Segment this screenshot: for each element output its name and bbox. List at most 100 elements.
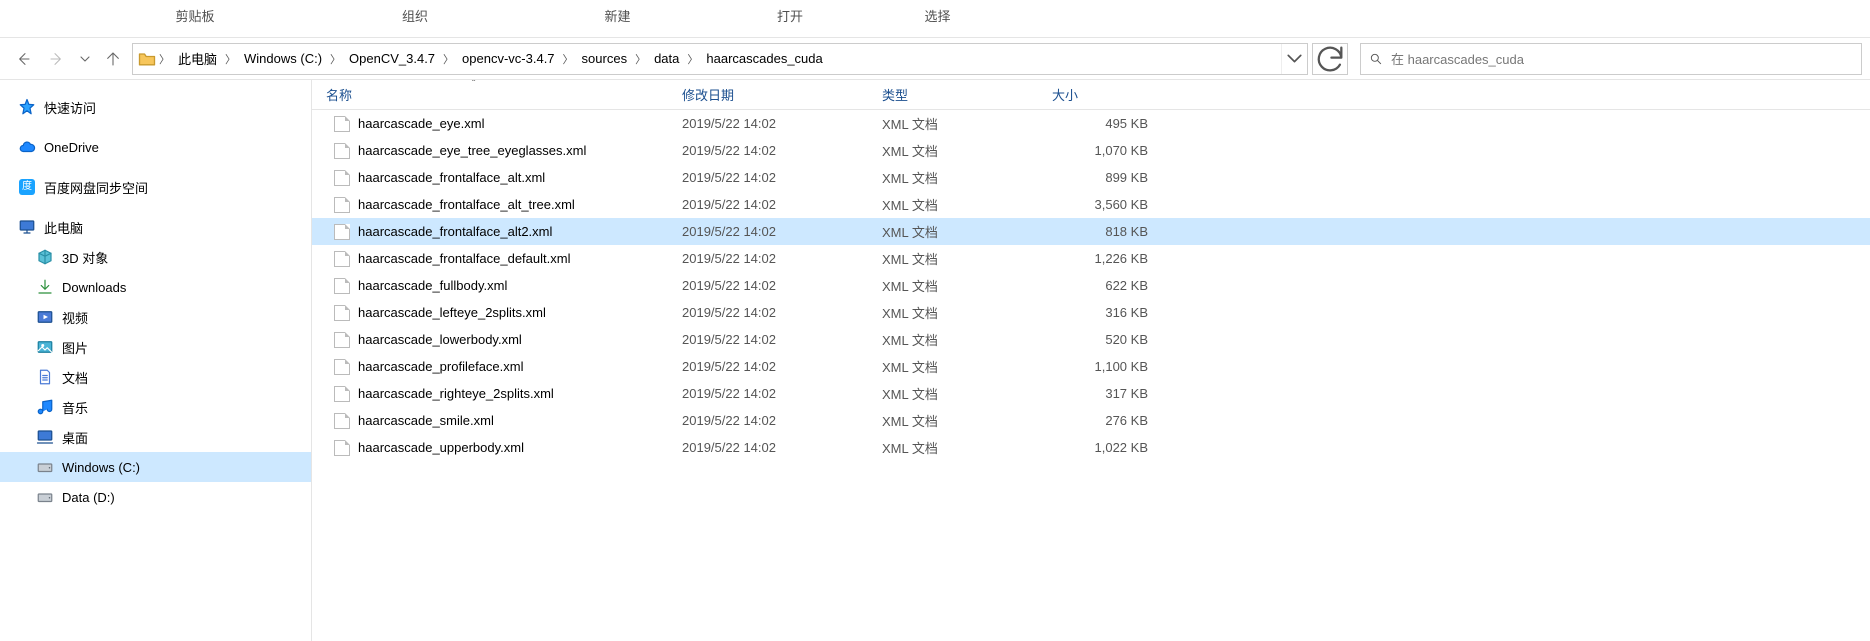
chevron-right-icon[interactable]: 〉 [328, 51, 343, 67]
recent-locations-button[interactable] [76, 44, 94, 74]
file-row[interactable]: haarcascade_lowerbody.xml2019/5/22 14:02… [312, 326, 1870, 353]
ribbon-group-organize: 组织 [300, 6, 530, 25]
column-header-modified[interactable]: 修改日期 [682, 85, 882, 104]
tree-child-item[interactable]: 视频 [0, 302, 311, 332]
file-modified: 2019/5/22 14:02 [682, 332, 882, 347]
file-size: 1,022 KB [1052, 440, 1162, 455]
tree-child-item[interactable]: 3D 对象 [0, 242, 311, 272]
tree-label: 视频 [62, 308, 88, 327]
3d-icon [36, 248, 54, 266]
arrow-up-icon [105, 51, 121, 67]
tree-baidu-sync[interactable]: 度 百度网盘同步空间 [0, 172, 311, 202]
file-icon [334, 170, 350, 186]
tree-child-item[interactable]: Data (D:) [0, 482, 311, 512]
file-row[interactable]: haarcascade_frontalface_alt.xml2019/5/22… [312, 164, 1870, 191]
video-icon [36, 308, 54, 326]
tree-child-item[interactable]: 文档 [0, 362, 311, 392]
file-type: XML 文档 [882, 276, 1052, 295]
tree-label: 桌面 [62, 428, 88, 447]
chevron-right-icon[interactable]: 〉 [441, 51, 456, 67]
file-size: 1,070 KB [1052, 143, 1162, 158]
file-modified: 2019/5/22 14:02 [682, 440, 882, 455]
file-modified: 2019/5/22 14:02 [682, 413, 882, 428]
file-name: haarcascade_frontalface_alt2.xml [358, 224, 552, 239]
column-headers: 名称 ˆ 修改日期 类型 大小 [312, 80, 1870, 110]
forward-button[interactable] [42, 44, 72, 74]
file-name: haarcascade_frontalface_alt_tree.xml [358, 197, 575, 212]
address-dropdown-button[interactable] [1281, 44, 1307, 74]
file-row[interactable]: haarcascade_eye_tree_eyeglasses.xml2019/… [312, 137, 1870, 164]
file-type: XML 文档 [882, 438, 1052, 457]
tree-this-pc[interactable]: 此电脑 [0, 212, 311, 242]
breadcrumb-1[interactable]: OpenCV_3.4.7 [343, 44, 441, 74]
tree-child-item[interactable]: Windows (C:) [0, 452, 311, 482]
column-header-name[interactable]: 名称 ˆ [312, 85, 682, 104]
address-bar[interactable]: 〉 此电脑 〉 Windows (C:) 〉 OpenCV_3.4.7 〉 op… [132, 43, 1308, 75]
breadcrumb-drive[interactable]: Windows (C:) [238, 44, 328, 74]
breadcrumb-5[interactable]: haarcascades_cuda [700, 44, 828, 74]
file-row[interactable]: haarcascade_righteye_2splits.xml2019/5/2… [312, 380, 1870, 407]
file-icon [334, 224, 350, 240]
tree-child-item[interactable]: 音乐 [0, 392, 311, 422]
tree-label: 快速访问 [44, 98, 96, 117]
file-modified: 2019/5/22 14:02 [682, 305, 882, 320]
file-name: haarcascade_righteye_2splits.xml [358, 386, 554, 401]
file-row[interactable]: haarcascade_frontalface_alt2.xml 2019/5/2… [312, 218, 1870, 245]
file-name: haarcascade_fullbody.xml [358, 278, 507, 293]
tree-onedrive[interactable]: OneDrive [0, 132, 311, 162]
file-row[interactable]: haarcascade_fullbody.xml2019/5/22 14:02X… [312, 272, 1870, 299]
chevron-down-icon [77, 51, 93, 67]
search-icon [1369, 52, 1383, 66]
file-row[interactable]: haarcascade_smile.xml2019/5/22 14:02XML … [312, 407, 1870, 434]
file-icon [334, 305, 350, 321]
chevron-right-icon[interactable]: 〉 [561, 51, 576, 67]
folder-icon [137, 49, 157, 69]
file-icon [334, 440, 350, 456]
file-row[interactable]: haarcascade_lefteye_2splits.xml2019/5/22… [312, 299, 1870, 326]
file-row[interactable]: haarcascade_frontalface_default.xml2019/… [312, 245, 1870, 272]
tree-child-item[interactable]: Downloads [0, 272, 311, 302]
breadcrumb-4[interactable]: data [648, 44, 685, 74]
file-row[interactable]: haarcascade_upperbody.xml2019/5/22 14:02… [312, 434, 1870, 461]
up-button[interactable] [98, 44, 128, 74]
drive-icon [36, 458, 54, 476]
tree-child-item[interactable]: 图片 [0, 332, 311, 362]
file-icon [334, 332, 350, 348]
refresh-button[interactable] [1312, 43, 1348, 75]
music-icon [36, 398, 54, 416]
chevron-right-icon[interactable]: 〉 [633, 51, 648, 67]
file-row[interactable]: haarcascade_eye.xml2019/5/22 14:02XML 文档… [312, 110, 1870, 137]
search-input[interactable]: 在 haarcascades_cuda [1360, 43, 1862, 75]
tree-label: 此电脑 [44, 218, 83, 237]
file-type: XML 文档 [882, 330, 1052, 349]
breadcrumb-2[interactable]: opencv-vc-3.4.7 [456, 44, 561, 74]
back-button[interactable] [8, 44, 38, 74]
chevron-right-icon[interactable]: 〉 [223, 51, 238, 67]
chevron-right-icon[interactable]: 〉 [685, 51, 700, 67]
column-header-size[interactable]: 大小 [1052, 85, 1162, 104]
chevron-right-icon[interactable]: 〉 [157, 51, 172, 67]
star-icon [18, 98, 36, 116]
tree-child-item[interactable]: 桌面 [0, 422, 311, 452]
arrow-left-icon [15, 51, 31, 67]
file-modified: 2019/5/22 14:02 [682, 224, 882, 239]
file-type: XML 文档 [882, 195, 1052, 214]
file-type: XML 文档 [882, 384, 1052, 403]
ribbon-group-clipboard: 剪贴板 [90, 6, 300, 25]
file-size: 899 KB [1052, 170, 1162, 185]
breadcrumb-this-pc[interactable]: 此电脑 [172, 44, 223, 74]
column-header-type[interactable]: 类型 [882, 85, 1052, 104]
ribbon-group-open: 打开 [705, 6, 875, 25]
file-row[interactable]: haarcascade_frontalface_alt_tree.xml 2019… [312, 191, 1870, 218]
file-modified: 2019/5/22 14:02 [682, 197, 882, 212]
file-name: haarcascade_eye.xml [358, 116, 484, 131]
ribbon-group-labels: 剪贴板 组织 新建 打开 选择 [0, 0, 1870, 38]
file-row[interactable]: haarcascade_profileface.xml2019/5/22 14:… [312, 353, 1870, 380]
file-modified: 2019/5/22 14:02 [682, 251, 882, 266]
file-list-pane: 名称 ˆ 修改日期 类型 大小 haarcascade_eye.xml2019/… [312, 80, 1870, 641]
pictures-icon [36, 338, 54, 356]
desktop-icon [36, 428, 54, 446]
tree-quick-access[interactable]: 快速访问 [0, 92, 311, 122]
tree-label: Data (D:) [62, 490, 115, 505]
breadcrumb-3[interactable]: sources [576, 44, 634, 74]
